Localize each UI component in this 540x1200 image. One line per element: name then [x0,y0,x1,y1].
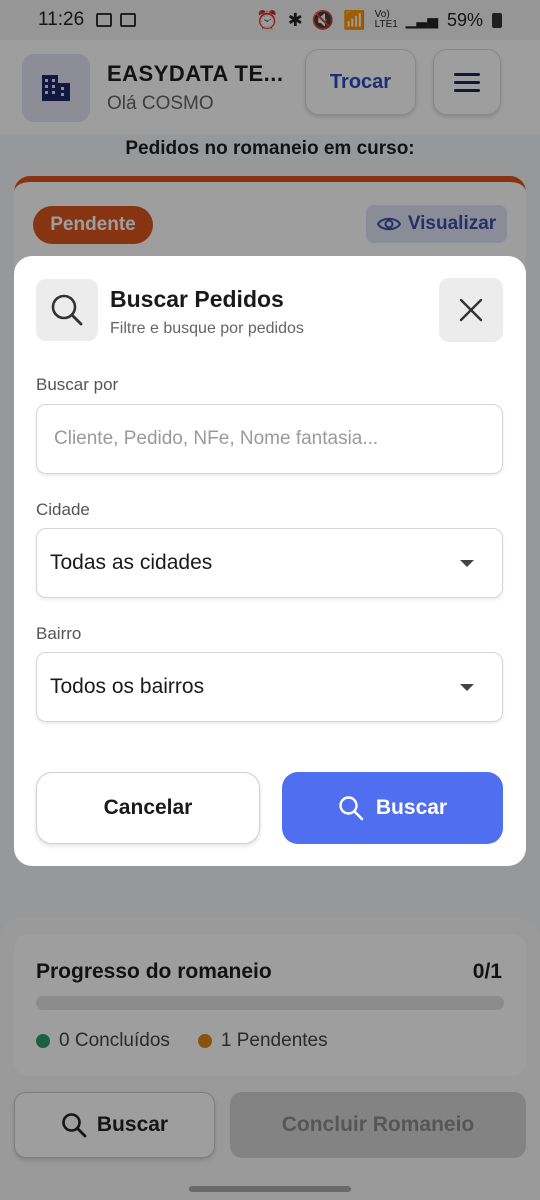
search-input[interactable]: Cliente, Pedido, NFe, Nome fantasia... [36,404,503,474]
search-icon [51,294,83,326]
search-icon [339,796,364,821]
dropdown-arrow-icon [460,684,474,691]
search-orders-modal: Buscar Pedidos Filtre e busque por pedid… [14,256,526,866]
search-field-label: Buscar por [36,375,119,394]
district-select-value: Todos os bairros [50,675,205,698]
close-icon [459,298,483,322]
search-submit-label: Buscar [375,796,448,819]
close-modal-button[interactable] [439,278,503,342]
city-select[interactable]: Todas as cidades [36,528,503,598]
district-field-label: Bairro [36,624,82,643]
district-select[interactable]: Todos os bairros [36,652,503,722]
search-input-placeholder: Cliente, Pedido, NFe, Nome fantasia... [54,428,379,449]
city-select-value: Todas as cidades [50,551,213,574]
city-field-label: Cidade [36,500,90,519]
modal-header-icon [36,279,98,341]
dropdown-arrow-icon [460,560,474,567]
search-submit-button[interactable]: Buscar [282,772,503,844]
modal-title: Buscar Pedidos [110,286,284,312]
modal-subtitle: Filtre e busque por pedidos [110,320,304,337]
cancel-button[interactable]: Cancelar [36,772,260,844]
